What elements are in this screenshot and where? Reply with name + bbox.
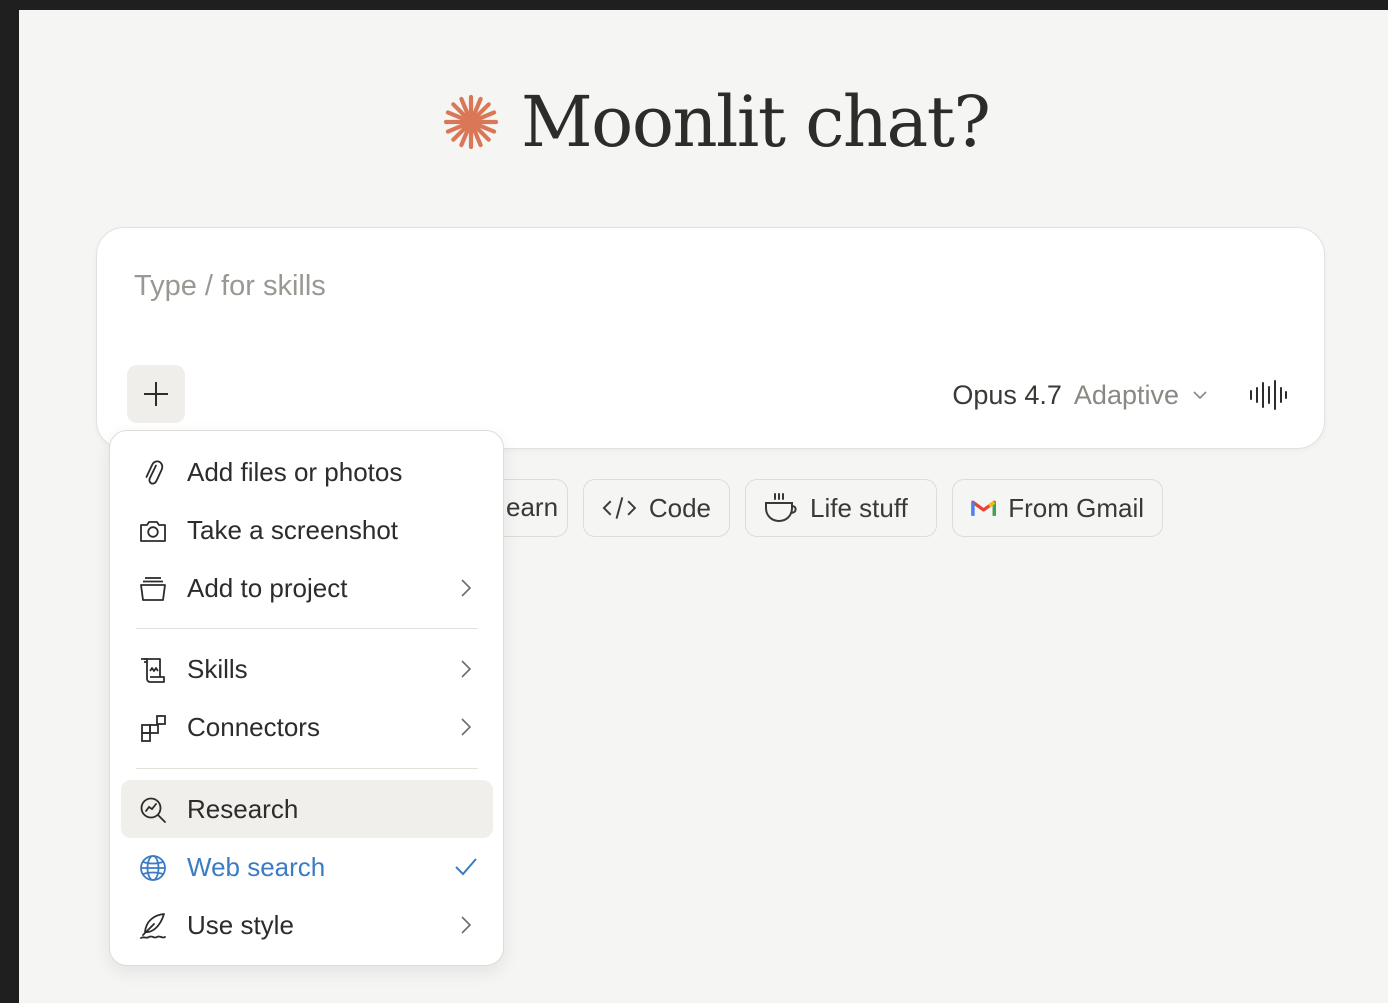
menu-item-label: Add files or photos <box>187 456 403 487</box>
menu-item-research[interactable]: Research <box>121 780 493 838</box>
model-mode: Adaptive <box>1073 379 1179 410</box>
globe-icon <box>137 852 169 884</box>
chevron-down-icon <box>1191 386 1209 404</box>
chip-label: Code <box>648 492 711 523</box>
menu-item-skills[interactable]: Skills <box>121 640 493 698</box>
chevron-right-icon <box>453 575 479 601</box>
coffee-cup-icon <box>765 493 797 523</box>
gmail-icon <box>971 500 996 516</box>
greeting-title: Moonlit chat? <box>441 72 991 172</box>
menu-item-add-files[interactable]: Add files or photos <box>121 443 493 501</box>
menu-item-label: Skills <box>187 653 248 684</box>
research-icon <box>137 794 169 826</box>
menu-item-label: Add to project <box>187 572 348 603</box>
chip-label: Life stuff <box>810 492 908 523</box>
menu-item-take-screenshot[interactable]: Take a screenshot <box>121 501 493 559</box>
menu-item-label: Connectors <box>187 711 320 742</box>
main-page: Moonlit chat? Opus 4.7 Adaptive <box>19 10 1388 1003</box>
project-box-icon <box>137 573 169 605</box>
model-name: Opus 4.7 <box>952 379 1062 410</box>
menu-item-label: Research <box>187 793 299 824</box>
model-selector[interactable]: Opus 4.7 Adaptive <box>952 375 1209 415</box>
menu-item-use-style[interactable]: Use style <box>121 896 493 954</box>
waveform-icon <box>1250 380 1287 410</box>
menu-item-label: Take a screenshot <box>187 514 399 545</box>
message-input[interactable] <box>134 266 1034 306</box>
chip-from-gmail[interactable]: From Gmail <box>952 479 1163 537</box>
chevron-right-icon <box>453 912 479 938</box>
chip-code[interactable]: Code <box>583 479 730 537</box>
chevron-right-icon <box>453 656 479 682</box>
code-icon <box>602 497 637 519</box>
chevron-right-icon <box>453 714 479 740</box>
menu-item-connectors[interactable]: Connectors <box>121 698 493 756</box>
quill-icon <box>137 910 169 942</box>
chip-label: From Gmail <box>1008 492 1144 523</box>
scroll-icon <box>137 654 169 686</box>
attachment-menu: Add files or photos Take a screenshot Ad… <box>109 430 504 966</box>
camera-icon <box>137 515 169 547</box>
menu-item-web-search[interactable]: Web search <box>121 838 493 896</box>
starburst-logo-icon <box>443 94 499 150</box>
chip-label: earn <box>506 492 559 522</box>
menu-item-add-to-project[interactable]: Add to project <box>121 559 493 617</box>
plus-icon <box>144 382 168 406</box>
paperclip-icon <box>137 457 169 489</box>
voice-mode-button[interactable] <box>1247 376 1289 414</box>
chat-composer: Opus 4.7 Adaptive <box>96 227 1325 449</box>
menu-item-label: Use style <box>187 909 294 940</box>
menu-item-label: Web search <box>187 851 326 882</box>
menu-divider <box>136 768 478 769</box>
check-icon <box>453 854 479 880</box>
add-attachment-button[interactable] <box>127 365 185 423</box>
blocks-icon <box>137 712 169 744</box>
menu-divider <box>136 628 478 629</box>
page-title: Moonlit chat? <box>521 81 991 163</box>
chip-life-stuff[interactable]: Life stuff <box>745 479 937 537</box>
